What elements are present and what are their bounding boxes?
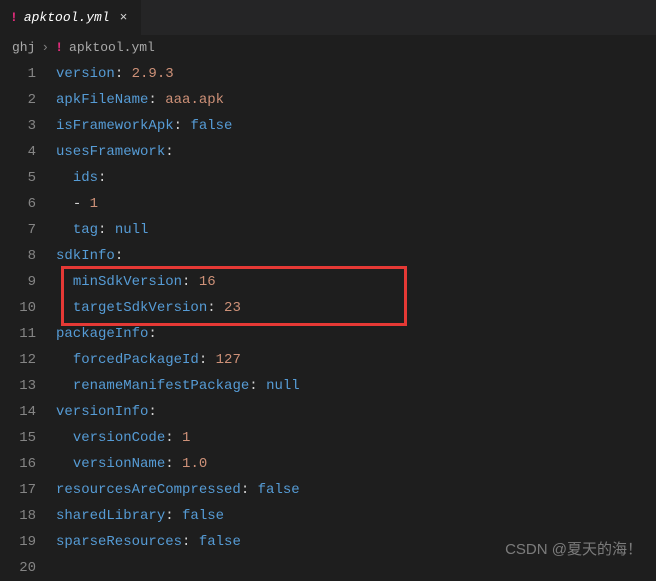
code-line[interactable]: tag: null <box>56 217 656 243</box>
yaml-icon: ! <box>10 10 18 25</box>
line-number: 2 <box>0 87 56 113</box>
code-line[interactable]: - 1 <box>56 191 656 217</box>
line-number: 5 <box>0 165 56 191</box>
code-line[interactable]: ids: <box>56 165 656 191</box>
line-number: 18 <box>0 503 56 529</box>
line-number: 3 <box>0 113 56 139</box>
close-icon[interactable]: × <box>116 8 132 27</box>
code-line[interactable]: version: 2.9.3 <box>56 61 656 87</box>
line-number: 14 <box>0 399 56 425</box>
line-number: 9 <box>0 269 56 295</box>
code-line[interactable]: targetSdkVersion: 23 <box>56 295 656 321</box>
line-number: 8 <box>0 243 56 269</box>
line-number: 17 <box>0 477 56 503</box>
code-editor[interactable]: 1234567891011121314151617181920 version:… <box>0 59 656 581</box>
code-line[interactable]: isFrameworkApk: false <box>56 113 656 139</box>
line-number: 16 <box>0 451 56 477</box>
code-line[interactable]: apkFileName: aaa.apk <box>56 87 656 113</box>
breadcrumb-file[interactable]: apktool.yml <box>69 40 155 55</box>
code-line[interactable]: renameManifestPackage: null <box>56 373 656 399</box>
code-line[interactable]: forcedPackageId: 127 <box>56 347 656 373</box>
line-number: 15 <box>0 425 56 451</box>
line-number: 12 <box>0 347 56 373</box>
watermark: CSDN @夏天的海！ <box>505 538 642 559</box>
code-line[interactable]: minSdkVersion: 16 <box>56 269 656 295</box>
code-line[interactable]: versionCode: 1 <box>56 425 656 451</box>
tab-bar: ! apktool.yml × <box>0 0 656 36</box>
yaml-icon: ! <box>55 40 63 55</box>
line-number: 4 <box>0 139 56 165</box>
line-number: 20 <box>0 555 56 581</box>
code-line[interactable]: usesFramework: <box>56 139 656 165</box>
code-line[interactable]: versionInfo: <box>56 399 656 425</box>
line-number: 10 <box>0 295 56 321</box>
line-number: 19 <box>0 529 56 555</box>
breadcrumb-folder[interactable]: ghj <box>12 40 35 55</box>
code-line[interactable]: packageInfo: <box>56 321 656 347</box>
line-number-gutter: 1234567891011121314151617181920 <box>0 59 56 581</box>
code-content[interactable]: version: 2.9.3apkFileName: aaa.apkisFram… <box>56 59 656 581</box>
breadcrumb[interactable]: ghj › ! apktool.yml <box>0 36 656 59</box>
line-number: 11 <box>0 321 56 347</box>
tab-apktool[interactable]: ! apktool.yml × <box>0 0 142 35</box>
code-line[interactable]: resourcesAreCompressed: false <box>56 477 656 503</box>
line-number: 13 <box>0 373 56 399</box>
line-number: 1 <box>0 61 56 87</box>
code-line[interactable]: sdkInfo: <box>56 243 656 269</box>
line-number: 6 <box>0 191 56 217</box>
code-line[interactable]: sharedLibrary: false <box>56 503 656 529</box>
code-line[interactable]: versionName: 1.0 <box>56 451 656 477</box>
chevron-right-icon: › <box>41 40 49 55</box>
tab-label: apktool.yml <box>24 10 110 25</box>
line-number: 7 <box>0 217 56 243</box>
